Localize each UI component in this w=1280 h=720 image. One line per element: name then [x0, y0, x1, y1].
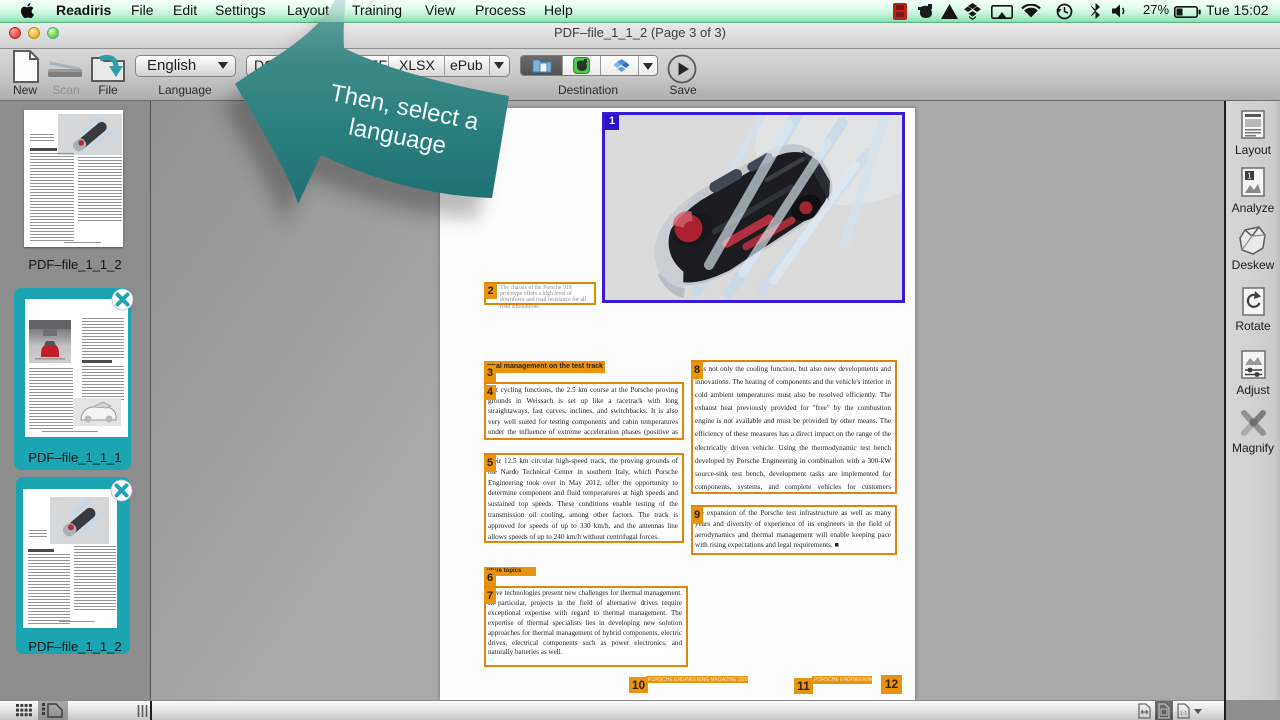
svg-text:1:1: 1:1: [1180, 711, 1188, 717]
svg-text:1: 1: [1247, 172, 1252, 181]
